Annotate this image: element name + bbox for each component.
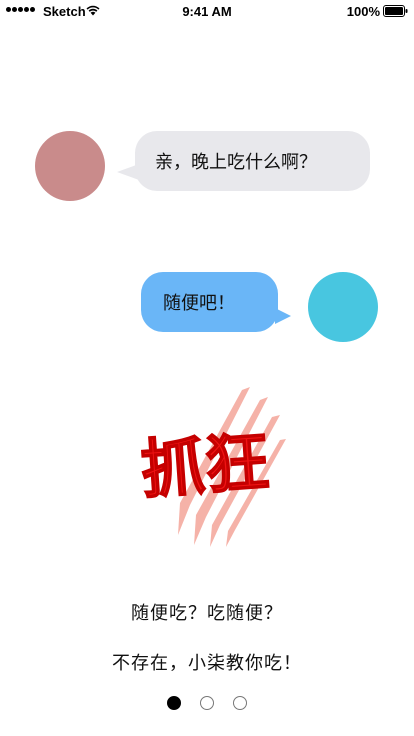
page-dot-3[interactable] (233, 696, 247, 710)
left-user-avatar (35, 131, 105, 201)
page-dot-2[interactable] (200, 696, 214, 710)
caption-line-2: 不存在，小柒教你吃！ (112, 653, 302, 674)
mad-text: 抓狂 (139, 426, 272, 509)
right-user-avatar (308, 272, 378, 342)
left-message-text: 亲，晚上吃什么啊？ (155, 152, 317, 173)
mad-illustration: 抓狂 (138, 387, 286, 547)
onboarding-screen: Sketch 9:41 AM 100% 亲，晚上吃什么啊？ 随便吧！ 抓狂 随便… (0, 0, 414, 736)
right-message-text: 随便吧！ (163, 293, 235, 314)
page-indicator (0, 696, 414, 714)
battery-icon (383, 5, 408, 17)
right-chat-bubble: 随便吧！ (141, 272, 291, 332)
page-dot-1[interactable] (167, 696, 181, 710)
status-bar: Sketch 9:41 AM 100% (0, 0, 414, 22)
caption-line-1: 随便吃？吃随便？ (131, 603, 283, 624)
battery-percentage: 100% (346, 4, 380, 19)
left-chat-bubble: 亲，晚上吃什么啊？ (117, 131, 370, 191)
